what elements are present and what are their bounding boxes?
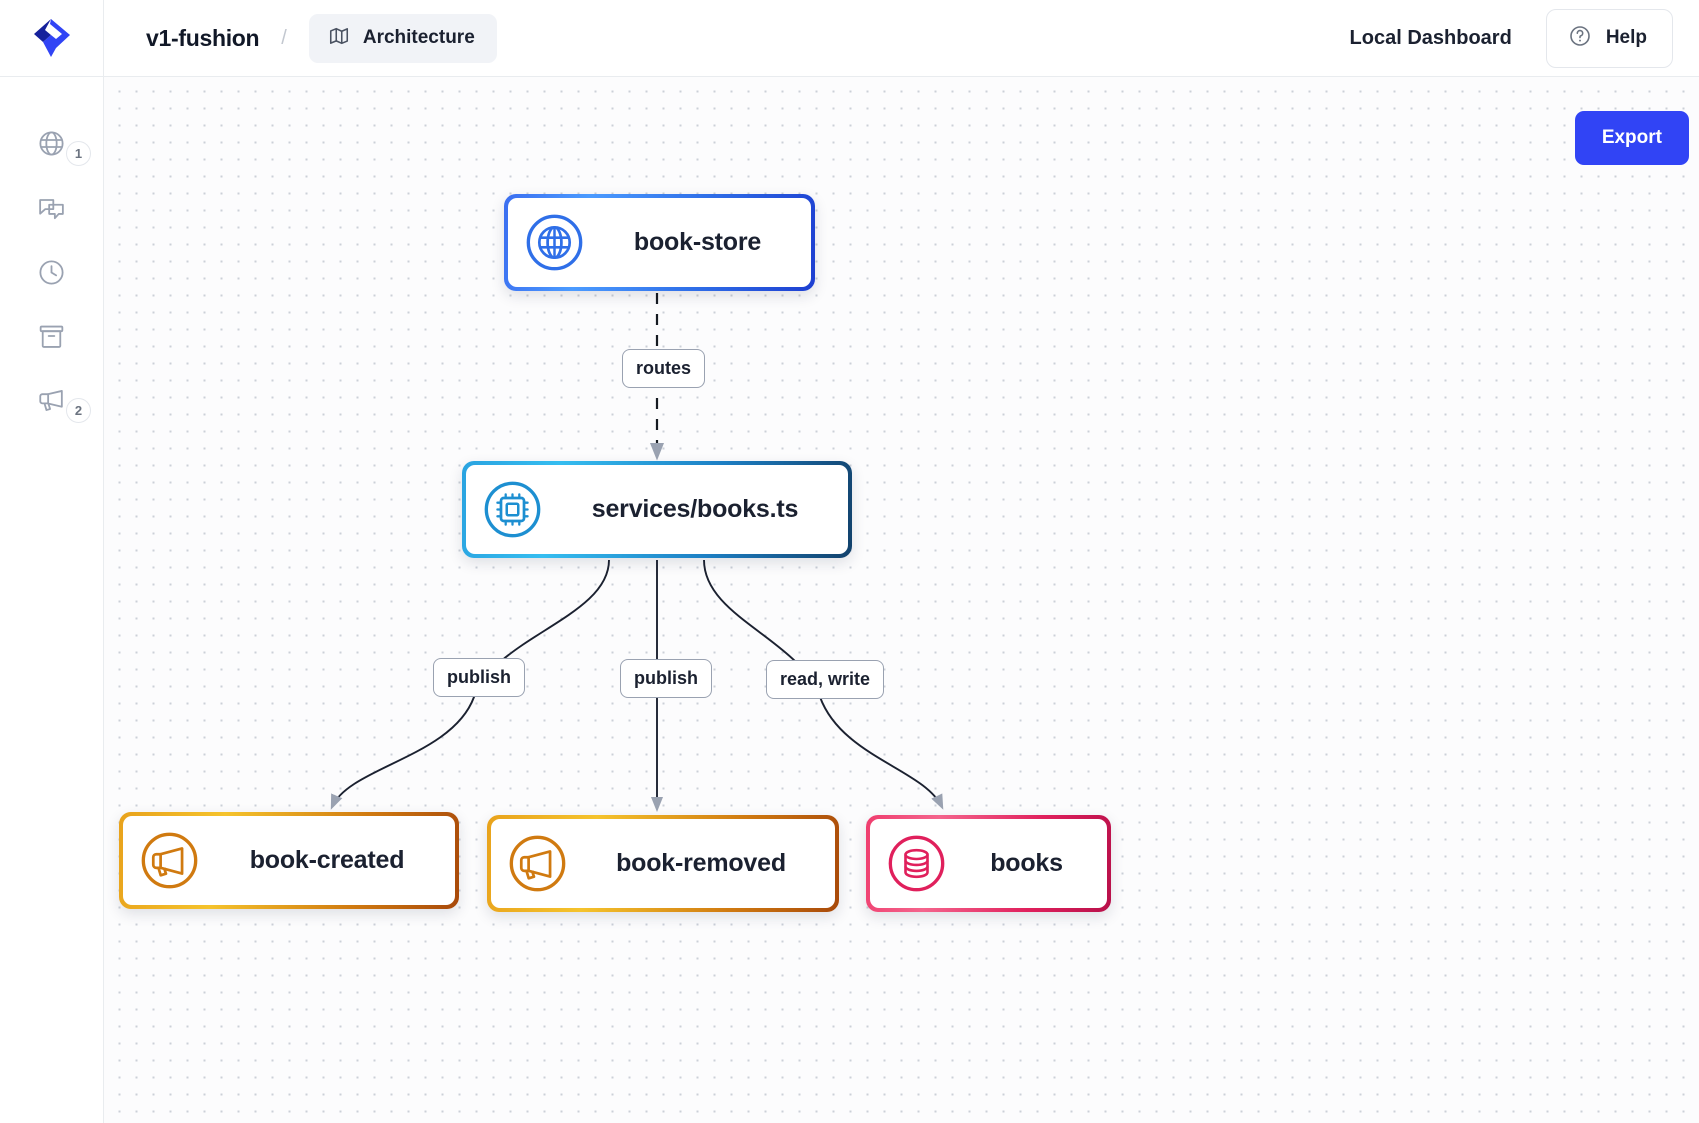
node-book-created-icon-wrap [123,827,215,894]
edge-label-publish-removed[interactable]: publish [620,659,712,698]
node-books-label: books [962,849,1107,878]
page-title: v1-fushion [146,25,259,52]
node-book-created[interactable]: book-created [119,812,459,909]
architecture-canvas[interactable]: Export routes publish publish read, writ… [104,77,1699,1123]
sidebar-item-storage[interactable] [0,304,103,368]
top-header: v1-fushion / Architecture Local Dashboar… [0,0,1699,77]
node-books[interactable]: books [866,815,1111,912]
help-button-label: Help [1606,27,1647,49]
node-book-removed[interactable]: book-removed [487,815,839,912]
edge-label-read-write[interactable]: read, write [766,660,884,699]
header-actions: Local Dashboard Help [1350,9,1699,68]
database-icon [883,830,950,897]
node-services-books-ts[interactable]: services/books.ts [462,461,852,558]
cpu-chip-icon [479,476,546,543]
breadcrumb-separator: / [281,27,287,50]
clock-icon [36,257,67,288]
megaphone-icon [36,385,67,416]
archive-icon [36,321,67,352]
chat-icon [36,193,67,224]
node-books-icon-wrap [870,830,962,897]
node-services-icon-wrap [466,476,558,543]
node-book-removed-label: book-removed [583,849,835,878]
app-root: v1-fushion / Architecture Local Dashboar… [0,0,1699,1123]
sidebar-item-history[interactable] [0,240,103,304]
megaphone-icon [136,827,203,894]
tab-architecture-label: Architecture [363,27,475,49]
export-button[interactable]: Export [1575,111,1689,165]
local-dashboard-label[interactable]: Local Dashboard [1350,27,1512,50]
globe-icon [521,209,588,276]
breadcrumb: v1-fushion / Architecture [104,14,497,63]
sidebar-badge-events: 2 [66,398,91,423]
megaphone-icon [504,830,571,897]
globe-icon [36,128,67,159]
node-book-created-label: book-created [215,846,455,875]
edge-label-publish-created[interactable]: publish [433,658,525,697]
map-icon [328,25,350,52]
node-services-label: services/books.ts [558,495,848,524]
node-book-store-label: book-store [600,228,811,257]
node-book-removed-icon-wrap [491,830,583,897]
tab-architecture[interactable]: Architecture [309,14,497,63]
help-button[interactable]: Help [1546,9,1673,68]
edge-label-routes[interactable]: routes [622,349,705,388]
left-sidebar: 1 [0,77,104,1123]
node-book-store-icon-wrap [508,209,600,276]
sidebar-item-services[interactable]: 1 [0,111,103,175]
question-circle-icon [1568,24,1592,53]
logo-cell[interactable] [0,0,104,77]
sidebar-item-events[interactable]: 2 [0,368,103,432]
sidebar-badge-services: 1 [66,141,91,166]
sidebar-item-messages[interactable] [0,176,103,240]
logo-mark-icon [29,15,75,61]
edge-layer [104,77,1699,1123]
node-book-store[interactable]: book-store [504,194,815,291]
